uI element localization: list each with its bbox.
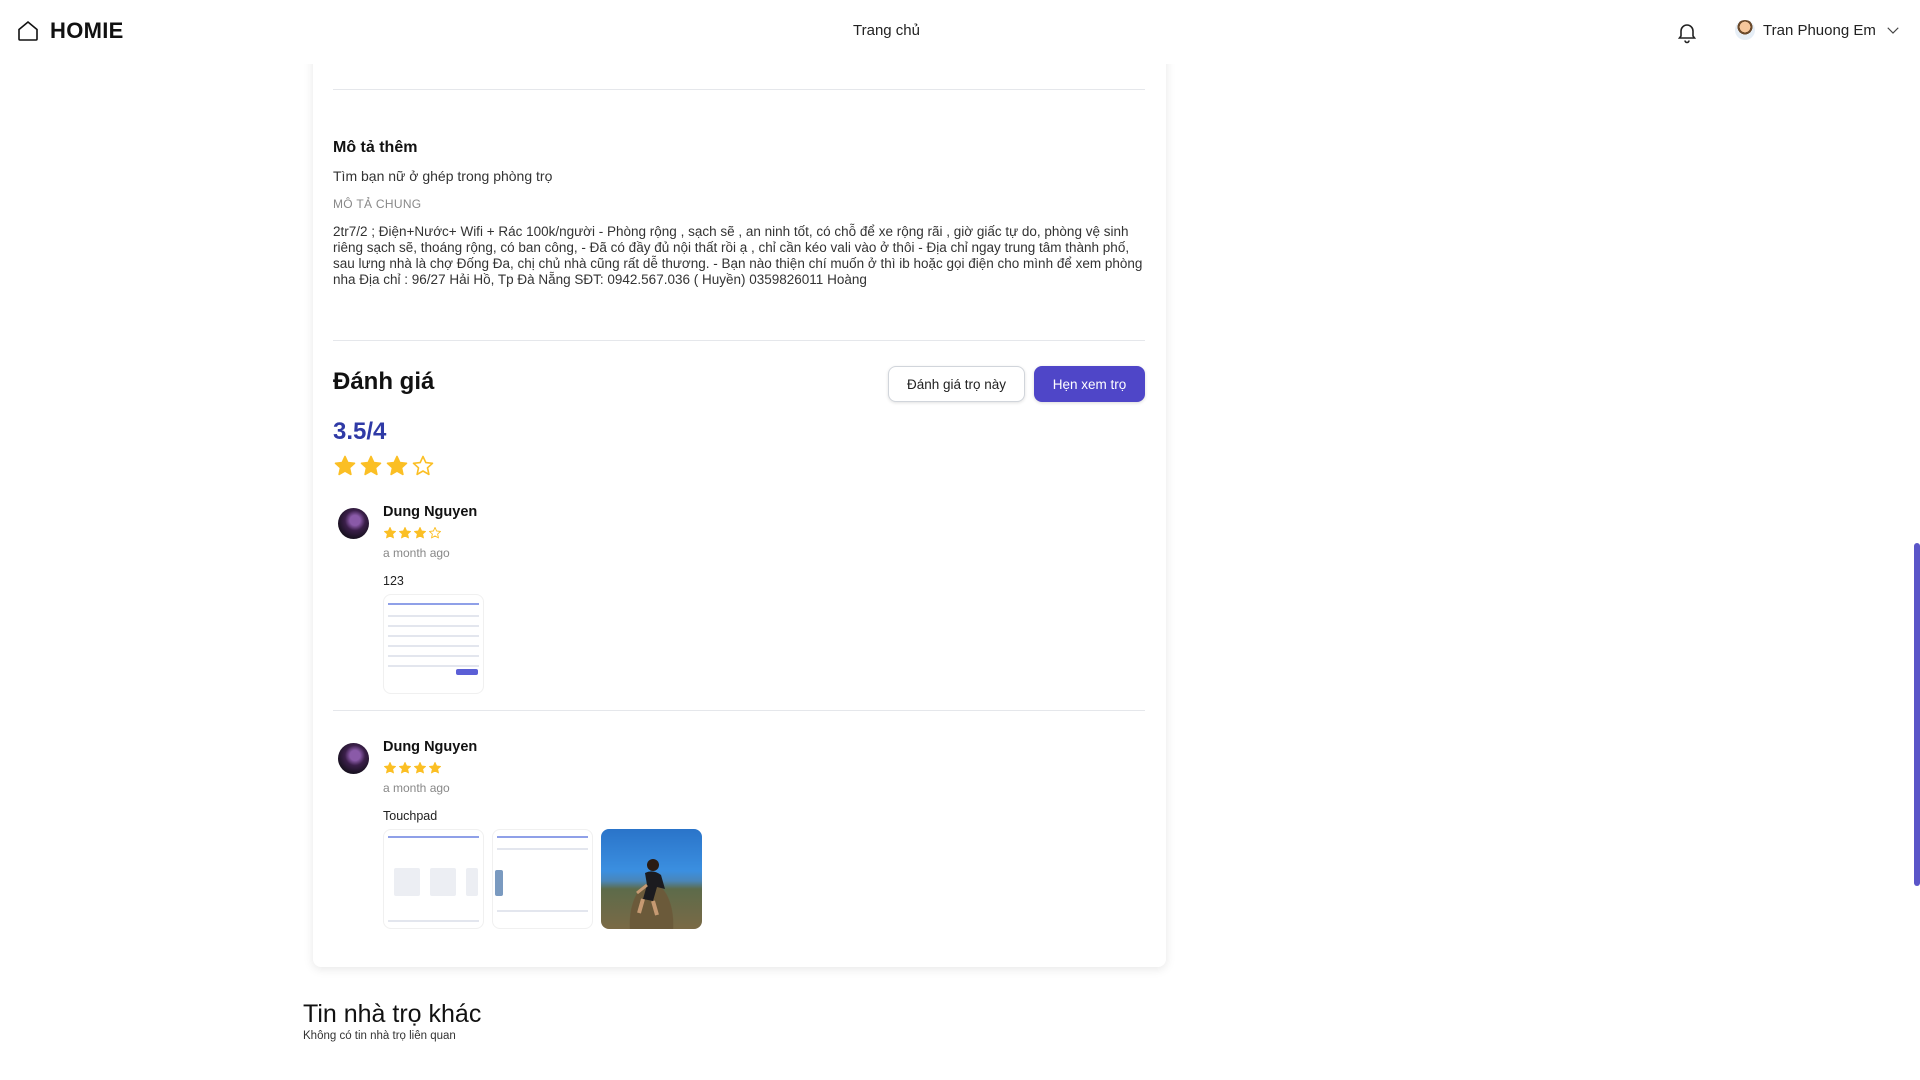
book-viewing-button[interactable]: Hẹn xem trọ	[1034, 366, 1145, 402]
rating-score: 3.5/4	[333, 418, 387, 445]
home-icon	[18, 20, 38, 41]
star-filled-icon	[360, 455, 382, 476]
review-image[interactable]	[383, 594, 484, 694]
rate-listing-button[interactable]: Đánh giá trọ này	[888, 366, 1025, 402]
user-name: Tran Phuong Em	[1763, 21, 1876, 39]
divider	[333, 340, 1145, 341]
other-listings-empty: Không có tin nhà trọ liên quan	[303, 1030, 456, 1042]
reviewer-name: Dung Nguyen	[383, 739, 478, 755]
reviewer-name: Dung Nguyen	[383, 504, 478, 520]
star-filled-icon	[413, 761, 427, 774]
review-image[interactable]	[492, 829, 593, 929]
star-empty-icon	[428, 526, 442, 539]
review-images	[383, 829, 702, 929]
star-filled-icon	[428, 761, 442, 774]
scrollbar-thumb[interactable]	[1914, 543, 1920, 886]
star-filled-icon	[398, 526, 412, 539]
star-filled-icon	[413, 526, 427, 539]
reviews-title: Đánh giá	[333, 368, 435, 395]
avatar	[338, 743, 369, 774]
description-body: 2tr7/2 ; Điện+Nước+ Wifi + Rác 100k/ngườ…	[333, 224, 1143, 287]
review-stars	[383, 761, 442, 775]
review-text: Touchpad	[383, 809, 438, 823]
description-title: Mô tả thêm	[333, 139, 418, 156]
avatar	[338, 508, 369, 539]
description-short: Tìm bạn nữ ở ghép trong phòng trọ	[333, 168, 553, 184]
nav-home-link[interactable]: Trang chủ	[853, 22, 920, 39]
star-filled-icon	[383, 526, 397, 539]
star-filled-icon	[383, 761, 397, 774]
user-menu[interactable]: Tran Phuong Em	[1735, 20, 1902, 40]
review-stars	[383, 526, 442, 540]
review-images	[383, 594, 484, 694]
user-avatar	[1735, 20, 1755, 40]
review-time: a month ago	[383, 546, 450, 560]
star-filled-icon	[334, 455, 356, 476]
review-image[interactable]	[601, 829, 702, 929]
description-label: MÔ TẢ CHUNG	[333, 197, 422, 211]
top-header: HOMIE Trang chủ Tran Phuong Em	[0, 0, 1920, 64]
star-empty-icon	[412, 455, 434, 476]
review-time: a month ago	[383, 781, 450, 795]
logo[interactable]: HOMIE	[16, 18, 124, 44]
listing-detail-card: Mô tả thêm Tìm bạn nữ ở ghép trong phòng…	[313, 42, 1166, 967]
other-listings-title: Tin nhà trọ khác	[303, 1000, 482, 1028]
star-filled-icon	[386, 455, 408, 476]
rating-stars	[333, 454, 435, 478]
bell-icon[interactable]	[1675, 20, 1699, 44]
review-image[interactable]	[383, 829, 484, 929]
star-filled-icon	[398, 761, 412, 774]
divider	[333, 89, 1145, 90]
chevron-down-icon	[1887, 27, 1899, 34]
person-photo	[636, 859, 665, 916]
review-item: Dung Nguyen a month ago Touchpad	[338, 739, 1138, 939]
review-item: Dung Nguyen a month ago 123	[338, 504, 1138, 694]
logo-text: HOMIE	[50, 18, 124, 43]
review-text: 123	[383, 574, 404, 588]
divider	[333, 710, 1145, 711]
